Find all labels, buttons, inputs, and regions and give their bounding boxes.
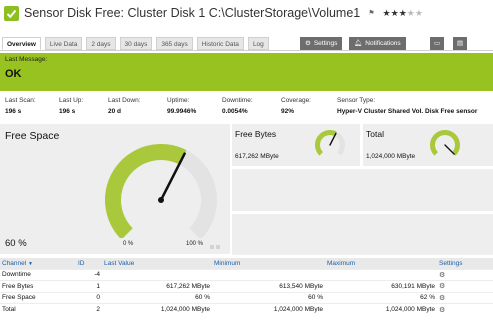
free-space-value: 60 % [5,238,27,249]
info-last-up: Last Up: 196 s [59,97,84,115]
chart-panel-1 [232,169,493,211]
maximum-value: 1,024,000 MByte [325,303,437,315]
minimum-value: 60 % [212,291,325,304]
info-downtime: Downtime: 0.0054% [222,97,253,115]
star-icon: ★ [390,7,399,18]
bell-icon: 🔔︎ [354,40,363,47]
free-space-panel: Free Space 0 % 100 % 60 % [0,124,230,254]
channel-name[interactable]: Downtime [0,268,76,281]
column-header-minimum[interactable]: Minimum [212,258,325,269]
gauge-min-label: 0 % [123,241,134,247]
tab-30-days[interactable]: 30 days [119,37,153,50]
channel-id: 1 [76,280,102,292]
total-value: 1,024,000 MByte [366,153,416,160]
column-header-id[interactable]: ID [76,258,102,269]
channel-settings-icon[interactable]: ⚙ [439,283,445,290]
tab-log[interactable]: Log [247,37,269,50]
title-bar: Sensor Disk Free: Cluster Disk 1 C:\Clus… [0,0,493,26]
clipboard-icon: ▤ [457,40,464,47]
free-bytes-title: Free Bytes [235,129,277,139]
chart-panel-2 [232,214,493,255]
last-value [102,268,212,281]
table-row[interactable]: Free Bytes 1 617,262 MByte 613,540 MByte… [0,280,493,292]
column-header-maximum[interactable]: Maximum [325,258,437,269]
free-space-title: Free Space [5,130,60,142]
channels-table: Channel ▼ ID Last Value Minimum Maximum … [0,258,493,315]
minimum-value: 1,024,000 MByte [212,303,325,315]
star-icon: ★ [382,7,391,18]
maximum-value: 62 % [325,291,437,304]
tab-2-days[interactable]: 2 days [86,37,116,50]
channel-settings-icon[interactable]: ⚙ [439,307,445,314]
total-gauge [430,130,460,156]
last-message-value: OK [5,68,22,80]
tab-overview[interactable]: Overview [2,37,41,50]
last-value: 60 % [102,291,212,304]
channel-id: -4 [76,268,102,281]
free-bytes-gauge [315,130,345,156]
tab-bar: Overview Live Data 2 days 30 days 365 da… [2,37,273,51]
channel-id: 2 [76,303,102,315]
channel-name[interactable]: Free Space [0,291,76,304]
info-last-scan: Last Scan: 196 s [5,97,36,115]
info-sensor-type: Sensor Type: Hyper-V Cluster Shared Vol. … [337,97,478,115]
info-last-down: Last Down: 20 d [108,97,141,115]
comment-icon: ▭ [434,40,441,47]
channel-settings-icon[interactable]: ⚙ [439,295,445,302]
total-title: Total [366,129,384,139]
clipboard-button[interactable]: ▤ [453,37,468,50]
minimum-value [212,268,325,281]
table-row[interactable]: Free Space 0 60 % 60 % 62 % ⚙ [0,291,493,304]
maximum-value: 630,191 MByte [325,280,437,292]
table-header-row: Channel ▼ ID Last Value Minimum Maximum … [0,258,493,269]
channel-name[interactable]: Free Bytes [0,280,76,292]
status-ok-check-icon [4,5,19,21]
maximum-value [325,268,437,281]
info-coverage: Coverage: 92% [281,97,311,115]
table-row[interactable]: Total 2 1,024,000 MByte 1,024,000 MByte … [0,303,493,315]
tab-live-data[interactable]: Live Data [44,37,83,50]
free-bytes-panel: Free Bytes 617,262 MByte [232,124,360,166]
minimum-value: 613,540 MByte [212,280,325,292]
tab-historic-data[interactable]: Historic Data [196,37,244,50]
notifications-button[interactable]: 🔔︎ Notifications [349,37,406,50]
tab-365-days[interactable]: 365 days [156,37,193,50]
column-header-settings: Settings [437,258,493,269]
gear-icon: ⚙ [305,40,311,47]
info-uptime: Uptime: 99.9946% [167,97,197,115]
panel-controls[interactable] [210,245,220,249]
total-panel: Total 1,024,000 MByte [363,124,493,166]
flag-icon[interactable]: ⚑ [368,9,374,17]
last-message-label: Last Message: [5,56,48,63]
priority-stars[interactable]: ★★★★★ [383,8,423,19]
last-value: 617,262 MByte [102,280,212,292]
star-icon: ★ [398,7,407,18]
channel-settings-icon[interactable]: ⚙ [439,272,445,279]
page-title: Sensor Disk Free: Cluster Disk 1 C:\Clus… [24,6,361,20]
column-header-channel[interactable]: Channel ▼ [0,258,76,269]
gauge-max-label: 100 % [186,241,204,247]
tab-divider [0,50,493,51]
table-row[interactable]: Downtime -4 ⚙ [0,268,493,281]
channel-id: 0 [76,291,102,304]
column-header-last-value[interactable]: Last Value [102,258,212,269]
star-icon: ★ [406,7,415,18]
comment-button[interactable]: ▭ [430,37,445,50]
channel-name[interactable]: Total [0,303,76,315]
star-icon: ★ [414,7,423,18]
free-space-gauge [105,144,217,238]
free-bytes-value: 617,262 MByte [235,153,279,160]
sort-down-icon: ▼ [28,260,33,267]
last-value: 1,024,000 MByte [102,303,212,315]
settings-button[interactable]: ⚙ Settings [300,37,343,50]
status-banner: Last Message: OK [0,53,493,91]
